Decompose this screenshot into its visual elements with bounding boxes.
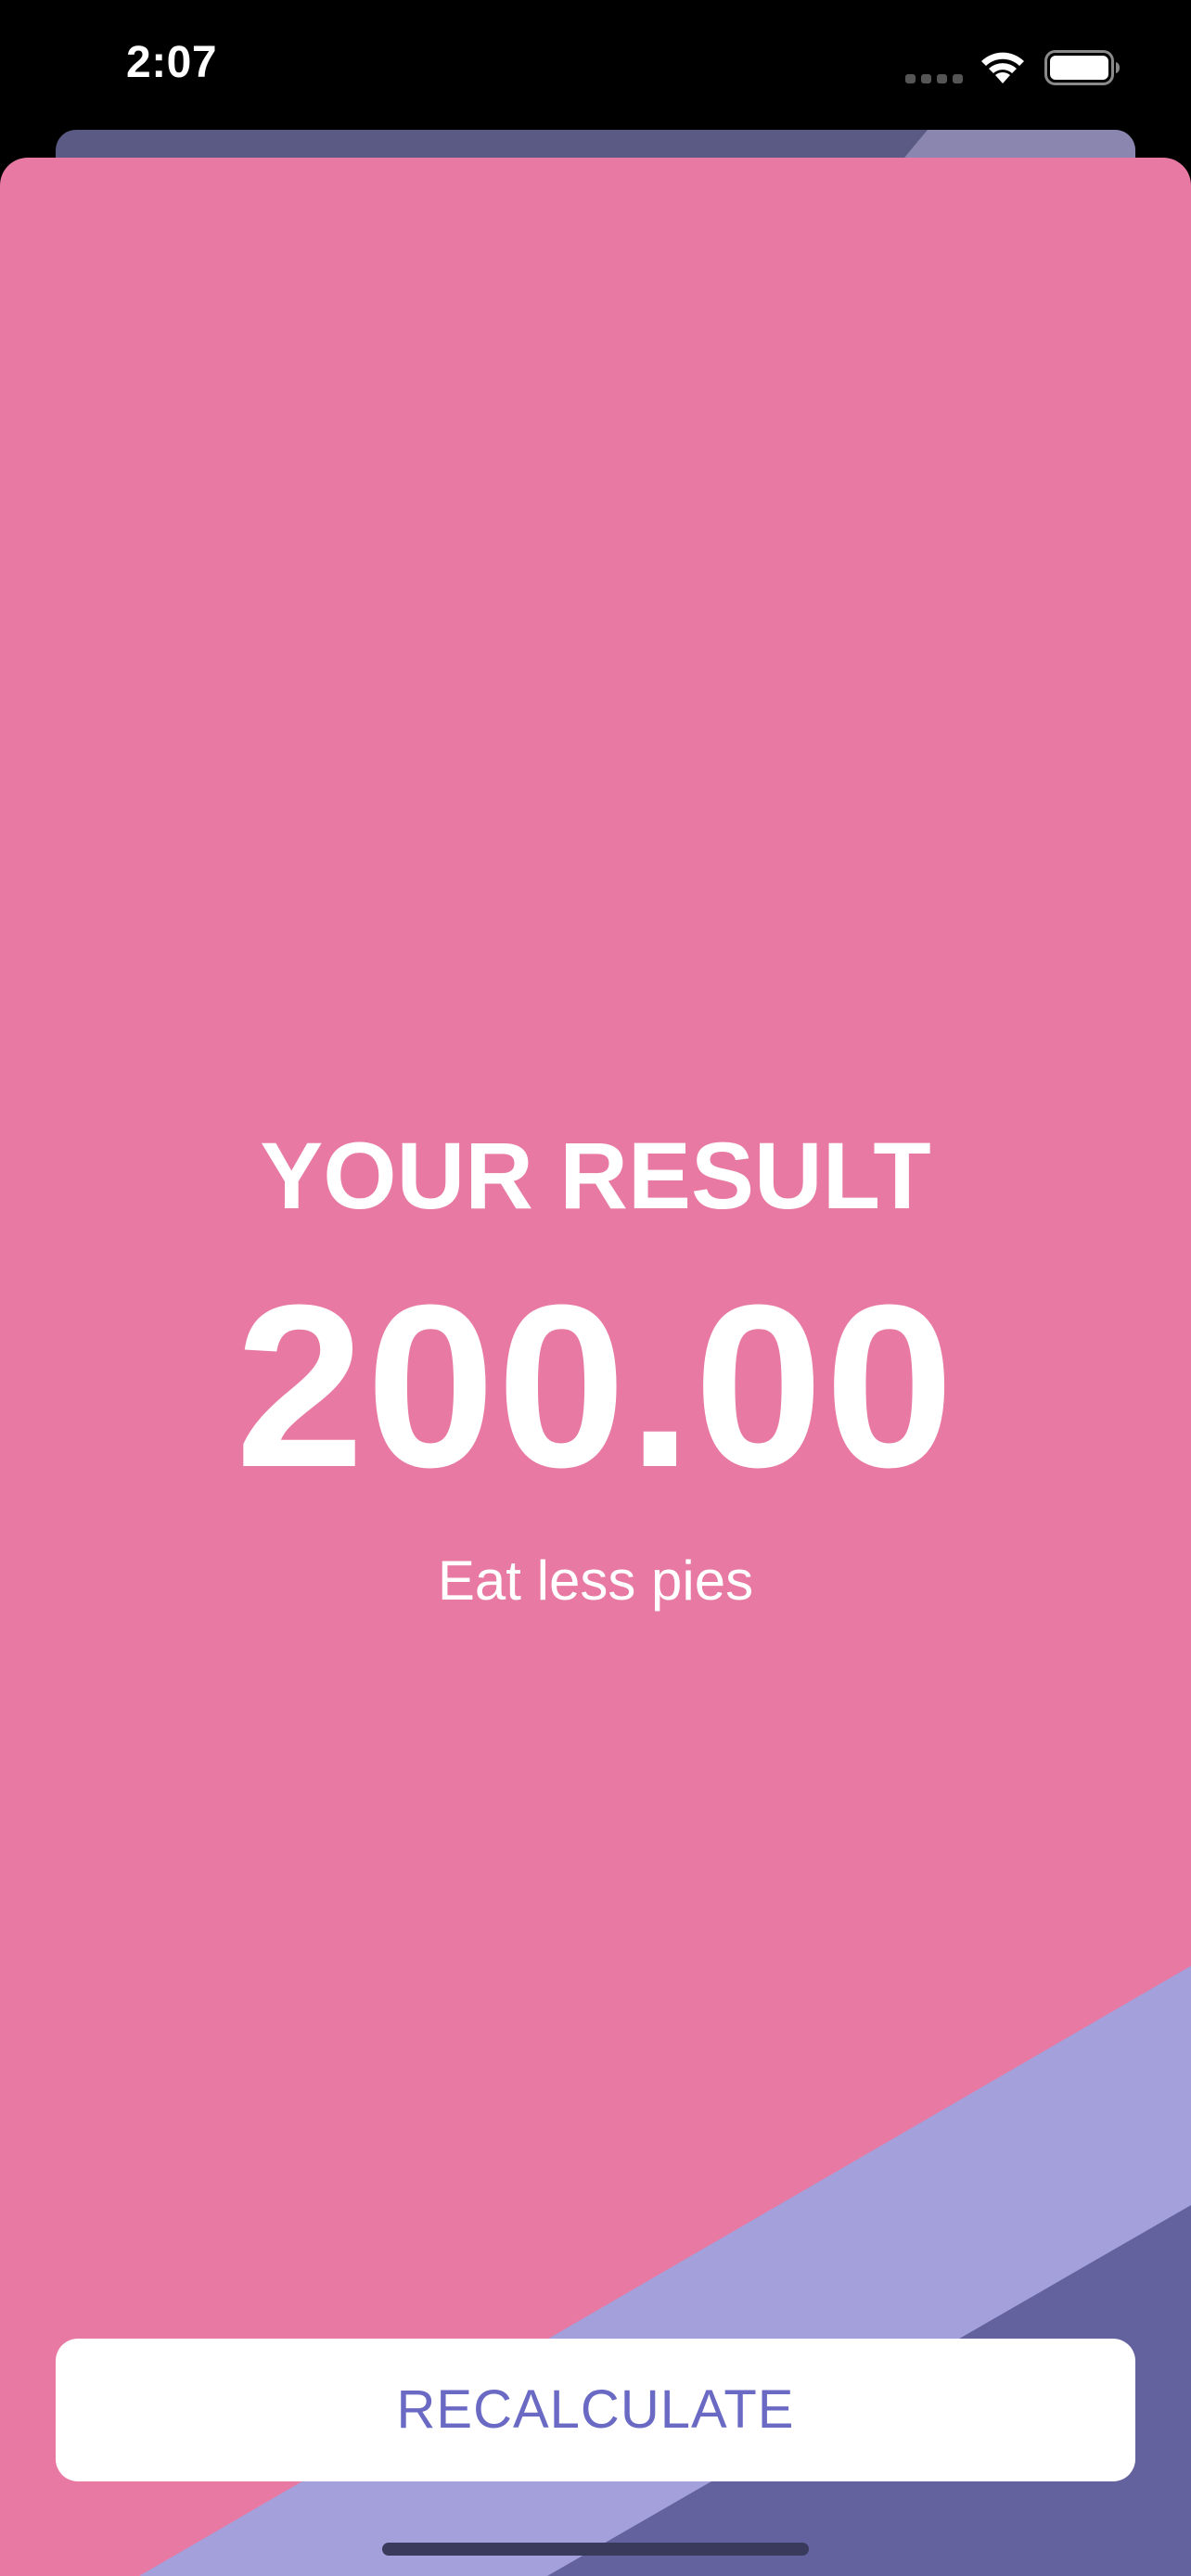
battery-icon (1044, 50, 1120, 85)
signal-icon (905, 74, 963, 83)
status-time: 2:07 (126, 38, 218, 87)
result-title: YOUR RESULT (260, 1123, 931, 1229)
result-advice: Eat less pies (437, 1549, 754, 1612)
result-card: YOUR RESULT 200.00 Eat less pies RECALCU… (0, 158, 1191, 2576)
wifi-icon (981, 52, 1024, 83)
recalculate-button[interactable]: RECALCULATE (56, 2339, 1135, 2481)
home-indicator[interactable] (382, 2543, 809, 2556)
status-bar: 2:07 (0, 0, 1191, 130)
result-value: 200.00 (235, 1256, 956, 1515)
screen: 2:07 YOUR RESULT 200.00 Eat less pies RE… (0, 0, 1191, 2576)
